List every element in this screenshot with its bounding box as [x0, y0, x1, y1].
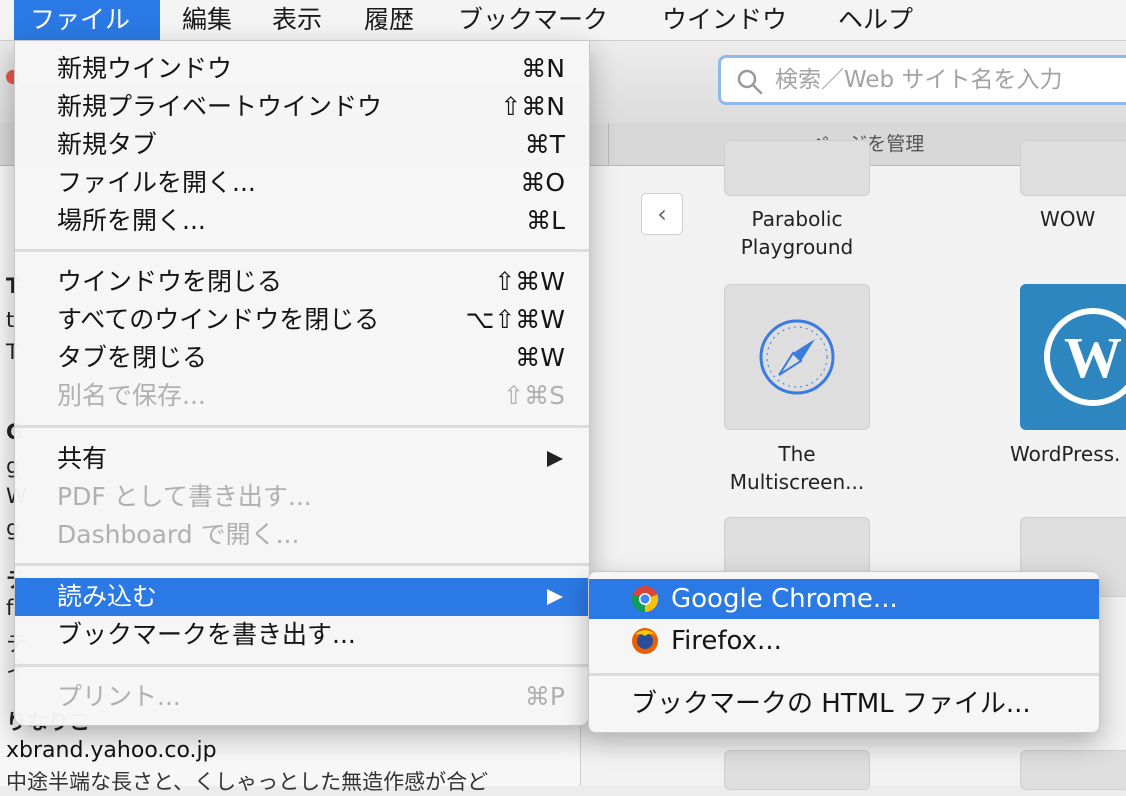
menu-item-label: 場所を開く... — [57, 206, 206, 235]
menu-window[interactable]: ウインドウ — [646, 0, 803, 40]
menu-item-shortcut: ⌘W — [515, 343, 565, 372]
menu-item-export-bookmarks[interactable]: ブックマークを書き出す... — [15, 616, 589, 654]
top-site-label: The Multiscreen... — [714, 440, 880, 496]
search-placeholder: 検索／Web サイト名を入力 — [775, 67, 1063, 93]
menu-item-label: ウインドウを閉じる — [57, 267, 283, 296]
tile-label-line: Multiscreen... — [729, 470, 865, 494]
menu-item-shortcut: ⇧⌘W — [494, 267, 565, 296]
top-site-tile[interactable] — [1020, 140, 1126, 196]
menu-item-open-file[interactable]: ファイルを開く... ⌘O — [15, 164, 589, 202]
menu-help[interactable]: ヘルプ — [822, 0, 929, 40]
menu-item-new-window[interactable]: 新規ウインドウ ⌘N — [15, 50, 589, 88]
submenu-arrow-icon — [547, 589, 563, 605]
safari-compass-icon — [759, 319, 835, 395]
back-arrow-button[interactable]: ‹ — [641, 193, 683, 235]
submenu-item-firefox[interactable]: Firefox... — [589, 621, 1099, 661]
menu-edit[interactable]: 編集 — [166, 0, 248, 40]
menu-item-open-in-dashboard: Dashboard で開く... — [15, 516, 589, 554]
sidebar-fragment: f — [6, 596, 14, 620]
menu-separator — [589, 673, 1099, 676]
submenu-item-google-chrome[interactable]: Google Chrome... — [589, 579, 1099, 619]
svg-text:W: W — [1064, 325, 1122, 390]
submenu-item-label: ブックマークの HTML ファイル... — [631, 689, 1031, 719]
menu-item-shortcut: ⌘N — [521, 54, 565, 83]
menu-item-new-tab[interactable]: 新規タブ ⌘T — [15, 126, 589, 164]
menu-view[interactable]: 表示 — [256, 0, 338, 40]
top-site-tile[interactable] — [724, 140, 870, 196]
tile-label-line: Playground — [740, 235, 854, 259]
top-site-label: Parabolic Playground — [724, 205, 870, 261]
tile-label-line: Parabolic — [751, 207, 843, 231]
menu-item-label: プリント... — [57, 682, 181, 711]
submenu-item-label: Google Chrome... — [671, 584, 898, 614]
menu-item-shortcut: ⌘O — [520, 168, 565, 197]
menu-item-label: すべてのウインドウを閉じる — [57, 305, 380, 334]
wordpress-logo-icon: W — [1044, 308, 1126, 406]
top-site-tile[interactable] — [724, 750, 870, 790]
menu-item-shortcut: ⌥⇧⌘W — [465, 305, 565, 334]
menu-separator — [15, 563, 589, 566]
menu-separator — [15, 664, 589, 667]
menu-item-print: プリント... ⌘P — [15, 678, 589, 716]
firefox-icon — [632, 628, 658, 654]
menu-bookmarks[interactable]: ブックマーク — [442, 0, 624, 40]
menu-item-import[interactable]: 読み込む — [15, 578, 589, 616]
menu-item-shortcut: ⇧⌘N — [500, 92, 565, 121]
menu-item-label: 新規タブ — [57, 130, 158, 159]
menu-item-save-as: 別名で保存... ⇧⌘S — [15, 377, 589, 415]
menu-item-new-private-window[interactable]: 新規プライベートウインドウ ⇧⌘N — [15, 88, 589, 126]
menu-item-share[interactable]: 共有 — [15, 440, 589, 478]
search-icon — [737, 69, 763, 95]
sidebar-fragment: t — [6, 308, 15, 332]
menu-file[interactable]: ファイル — [14, 0, 160, 40]
submenu-arrow-icon — [547, 451, 563, 467]
chrome-icon — [631, 586, 659, 613]
menu-separator — [15, 249, 589, 252]
menu-separator — [15, 425, 589, 428]
menu-item-close-window[interactable]: ウインドウを閉じる ⇧⌘W — [15, 263, 589, 301]
menu-item-shortcut: ⌘L — [526, 206, 565, 235]
top-site-tile[interactable] — [1020, 750, 1126, 790]
menu-item-open-location[interactable]: 場所を開く... ⌘L — [15, 202, 589, 240]
menu-item-shortcut: ⌘P — [524, 682, 565, 711]
top-site-label: WOW — [1040, 207, 1096, 231]
address-search-field[interactable]: 検索／Web サイト名を入力 — [718, 55, 1126, 105]
menu-item-label: 共有 — [57, 444, 108, 473]
menu-item-label: 新規プライベートウインドウ — [57, 92, 383, 121]
submenu-item-label: Firefox... — [671, 626, 782, 656]
menu-item-export-pdf: PDF として書き出す... — [15, 478, 589, 516]
menu-item-label: 新規ウインドウ — [57, 54, 233, 83]
menu-item-close-tab[interactable]: タブを閉じる ⌘W — [15, 339, 589, 377]
submenu-item-html-bookmarks-file[interactable]: ブックマークの HTML ファイル... — [589, 684, 1099, 724]
top-site-tile[interactable] — [724, 284, 870, 430]
menu-bar: ファイル 編集 表示 履歴 ブックマーク ウインドウ ヘルプ — [0, 0, 1126, 41]
menu-history[interactable]: 履歴 — [348, 0, 430, 40]
menu-item-label: 読み込む — [57, 582, 158, 611]
menu-item-label: タブを閉じる — [57, 343, 208, 372]
menu-item-close-all-windows[interactable]: すべてのウインドウを閉じる ⌥⇧⌘W — [15, 301, 589, 339]
import-submenu: Google Chrome... Firefox... ブックマークの HTML… — [588, 571, 1100, 733]
menu-item-label: ファイルを開く... — [57, 168, 256, 197]
file-menu-dropdown: 新規ウインドウ ⌘N 新規プライベートウインドウ ⇧⌘N 新規タブ ⌘T ファイ… — [14, 40, 590, 726]
menu-item-label: ブックマークを書き出す... — [57, 620, 356, 649]
menu-item-label: 別名で保存... — [57, 381, 206, 410]
sidebar-item-url: xbrand.yahoo.co.jp — [6, 738, 217, 763]
menu-item-shortcut: ⇧⌘S — [503, 381, 565, 410]
sidebar-item-description: 中途半端な長さと、くしゃっとした無造作感が合ど — [6, 770, 489, 794]
top-site-label: WordPress. — [1010, 442, 1121, 466]
top-site-tile[interactable]: W — [1020, 284, 1126, 430]
menu-item-label: PDF として書き出す... — [57, 482, 312, 511]
menu-item-label: Dashboard で開く... — [57, 520, 300, 549]
tile-label-line: The — [778, 442, 816, 466]
menu-item-shortcut: ⌘T — [524, 130, 565, 159]
